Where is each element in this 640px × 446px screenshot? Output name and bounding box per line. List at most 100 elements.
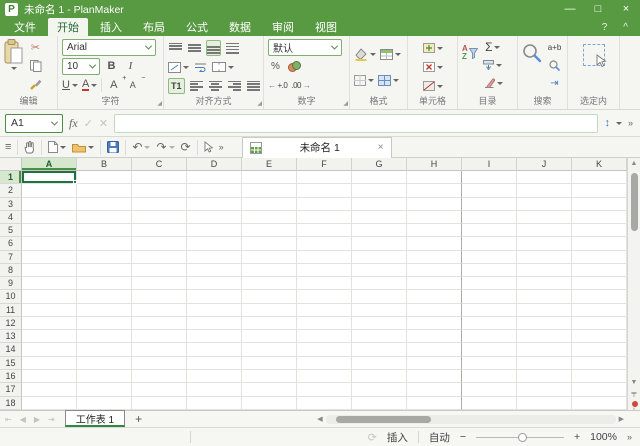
dialog-launcher-icon[interactable]: ◢ — [343, 100, 348, 107]
scroll-right-icon[interactable]: ▶ — [619, 415, 624, 423]
cell-K14[interactable] — [572, 343, 627, 356]
borders-button[interactable] — [354, 72, 374, 88]
zoom-level[interactable]: 100% — [590, 431, 617, 443]
column-header-J[interactable]: J — [517, 158, 572, 171]
align-left-button[interactable] — [189, 78, 204, 94]
cell-C5[interactable] — [132, 224, 187, 237]
cell-B16[interactable] — [77, 370, 132, 383]
cell-K15[interactable] — [572, 357, 627, 370]
horizontal-scrollbar[interactable] — [326, 415, 616, 424]
cell-C15[interactable] — [132, 357, 187, 370]
cell-F7[interactable] — [297, 251, 352, 264]
cell-D18[interactable] — [187, 397, 242, 410]
column-header-G[interactable]: G — [352, 158, 407, 171]
tab-file[interactable]: 文件 — [5, 18, 45, 37]
cell-F3[interactable] — [297, 198, 352, 211]
cell-B11[interactable] — [77, 304, 132, 317]
cell-G14[interactable] — [352, 343, 407, 356]
paste-button[interactable] — [4, 39, 23, 70]
tab-view[interactable]: 视图 — [306, 18, 346, 37]
cell-B6[interactable] — [77, 237, 132, 250]
cell-E7[interactable] — [242, 251, 297, 264]
column-header-D[interactable]: D — [187, 158, 242, 171]
cell-F18[interactable] — [297, 397, 352, 410]
cell-C3[interactable] — [132, 198, 187, 211]
row-header-13[interactable]: 13 — [0, 330, 22, 343]
row-header-12[interactable]: 12 — [0, 317, 22, 330]
cell-K4[interactable] — [572, 211, 627, 224]
cell-G4[interactable] — [352, 211, 407, 224]
conditional-formatting-button[interactable] — [378, 72, 399, 88]
cell-I10[interactable] — [462, 290, 517, 303]
column-header-E[interactable]: E — [242, 158, 297, 171]
cell-B9[interactable] — [77, 277, 132, 290]
cell-E10[interactable] — [242, 290, 297, 303]
row-header-16[interactable]: 16 — [0, 370, 22, 383]
open-document-button[interactable] — [72, 142, 94, 153]
split-view-top-icon[interactable]: ╤ — [628, 390, 640, 397]
cell-H18[interactable] — [407, 397, 462, 410]
tab-layout[interactable]: 布局 — [134, 18, 174, 37]
merge-cells-button[interactable] — [212, 59, 234, 75]
cell-J4[interactable] — [517, 211, 572, 224]
expand-formula-bar-icon[interactable]: ↕ — [604, 117, 610, 129]
row-header-11[interactable]: 11 — [0, 304, 22, 317]
font-size-select[interactable]: 10 — [62, 58, 100, 75]
cell-A11[interactable] — [22, 304, 77, 317]
formula-bar-dropdown-caret[interactable] — [616, 122, 622, 125]
cell-E5[interactable] — [242, 224, 297, 237]
tab-insert[interactable]: 插入 — [91, 18, 131, 37]
row-header-2[interactable]: 2 — [0, 184, 22, 197]
bold-button[interactable]: B — [104, 58, 119, 74]
cell-I17[interactable] — [462, 383, 517, 396]
row-header-17[interactable]: 17 — [0, 383, 22, 396]
document-tab[interactable]: 未命名 1 × — [242, 137, 392, 158]
cell-H15[interactable] — [407, 357, 462, 370]
align-right-button[interactable] — [227, 78, 242, 94]
paste-dropdown-caret[interactable] — [11, 67, 17, 70]
cell-H9[interactable] — [407, 277, 462, 290]
selection-mode-button[interactable] — [583, 44, 605, 66]
cell-J5[interactable] — [517, 224, 572, 237]
cell-D15[interactable] — [187, 357, 242, 370]
cell-B13[interactable] — [77, 330, 132, 343]
cell-C13[interactable] — [132, 330, 187, 343]
cell-A6[interactable] — [22, 237, 77, 250]
maximize-button[interactable]: □ — [584, 0, 612, 18]
cell-H3[interactable] — [407, 198, 462, 211]
hamburger-menu-icon[interactable]: ≡ — [5, 141, 11, 153]
cell-D8[interactable] — [187, 264, 242, 277]
cut-button[interactable]: ✂ — [28, 39, 43, 55]
cell-A2[interactable] — [22, 184, 77, 197]
cell-E4[interactable] — [242, 211, 297, 224]
cell-E13[interactable] — [242, 330, 297, 343]
touch-mode-button[interactable] — [24, 141, 35, 154]
cell-A8[interactable] — [22, 264, 77, 277]
cell-A18[interactable] — [22, 397, 77, 410]
horizontal-scrollbar-thumb[interactable] — [336, 416, 431, 423]
new-document-button[interactable] — [48, 141, 66, 153]
cell-H14[interactable] — [407, 343, 462, 356]
search-again-button[interactable] — [547, 57, 562, 73]
row-header-5[interactable]: 5 — [0, 224, 22, 237]
cell-E12[interactable] — [242, 317, 297, 330]
cell-C4[interactable] — [132, 211, 187, 224]
tab-data[interactable]: 数据 — [220, 18, 260, 37]
cell-I6[interactable] — [462, 237, 517, 250]
insert-cells-button[interactable] — [423, 40, 443, 56]
scroll-left-icon[interactable]: ◀ — [317, 415, 322, 423]
align-bottom-button[interactable] — [206, 40, 221, 56]
cell-H6[interactable] — [407, 237, 462, 250]
cell-J1[interactable] — [517, 171, 572, 184]
cell-C14[interactable] — [132, 343, 187, 356]
cell-A14[interactable] — [22, 343, 77, 356]
cell-A13[interactable] — [22, 330, 77, 343]
shrink-font-button[interactable]: A− — [125, 77, 140, 93]
cell-J14[interactable] — [517, 343, 572, 356]
cell-J17[interactable] — [517, 383, 572, 396]
currency-format-button[interactable] — [287, 58, 302, 74]
cell-F1[interactable] — [297, 171, 352, 184]
cell-D14[interactable] — [187, 343, 242, 356]
row-header-6[interactable]: 6 — [0, 237, 22, 250]
cell-I15[interactable] — [462, 357, 517, 370]
